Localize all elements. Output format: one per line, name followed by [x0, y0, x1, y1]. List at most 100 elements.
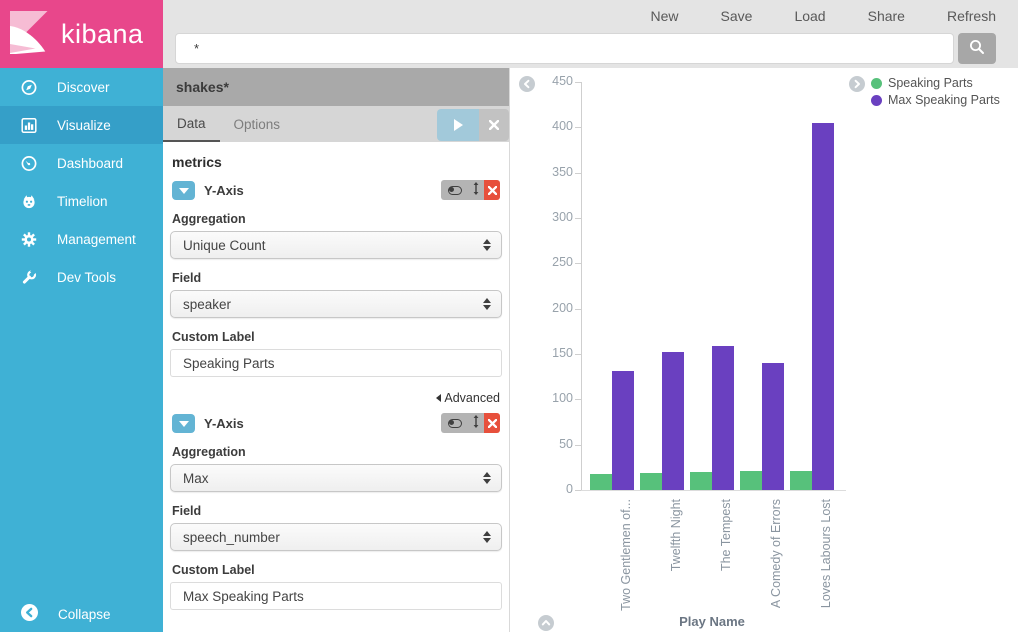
- field-selected-value: speech_number: [183, 530, 280, 545]
- custom-label-label: Custom Label: [172, 563, 500, 577]
- bar-speaking-parts[interactable]: [690, 472, 712, 490]
- aggregation-selected-value: Unique Count: [183, 238, 266, 253]
- y-tick-label: 250: [511, 255, 573, 269]
- discard-changes-button[interactable]: [479, 109, 509, 141]
- save-button[interactable]: Save: [721, 8, 753, 24]
- chart-legend: Speaking Parts Max Speaking Parts: [849, 76, 1000, 107]
- search-icon: [969, 39, 985, 58]
- x-axis-category-label[interactable]: The Tempest: [719, 499, 733, 571]
- aggregation-select[interactable]: Unique Count: [170, 231, 502, 259]
- custom-label-input[interactable]: [170, 582, 502, 610]
- apply-changes-button[interactable]: [437, 109, 479, 141]
- kibana-logo[interactable]: kibana: [0, 0, 163, 68]
- chevron-right-circle-icon[interactable]: [849, 76, 865, 107]
- play-icon: [454, 119, 463, 131]
- y-tick-label: 0: [511, 482, 573, 496]
- field-label: Field: [172, 504, 500, 518]
- y-tick-label: 300: [511, 210, 573, 224]
- advanced-toggle-icon: [436, 394, 441, 402]
- reorder-agg-button[interactable]: [468, 413, 484, 433]
- new-button[interactable]: New: [651, 8, 679, 24]
- y-tick-label: 200: [511, 301, 573, 315]
- custom-label-input[interactable]: [170, 349, 502, 377]
- y-tick-label: 50: [511, 437, 573, 451]
- reorder-agg-button[interactable]: [468, 180, 484, 200]
- chevron-up-circle-icon[interactable]: [538, 615, 554, 631]
- field-select[interactable]: speech_number: [170, 523, 502, 551]
- x-axis-category-label[interactable]: Two Gentlemen of...: [619, 499, 633, 611]
- tab-data[interactable]: Data: [163, 106, 220, 142]
- y-tick-mark: [575, 82, 581, 83]
- x-axis-category-label[interactable]: Twelfth Night: [669, 499, 683, 571]
- sidebar-item-management[interactable]: Management: [0, 220, 163, 258]
- y-axis-2-header: Y-Axis: [172, 413, 500, 433]
- chevron-down-icon: [179, 421, 189, 427]
- sidebar-item-dev-tools[interactable]: Dev Tools: [0, 258, 163, 296]
- apply-changes-group: [437, 109, 509, 141]
- share-button[interactable]: Share: [868, 8, 905, 24]
- timelion-owl-icon: [21, 193, 37, 209]
- up-down-arrow-icon: [472, 415, 480, 431]
- sidebar-item-label: Timelion: [57, 194, 108, 209]
- y-tick-label: 450: [511, 74, 573, 88]
- y-tick-label: 350: [511, 165, 573, 179]
- select-arrows-icon: [483, 239, 491, 251]
- sidebar: Discover Visualize Dashboard Timelion Ma…: [0, 68, 163, 632]
- metrics-section-title: metrics: [172, 154, 502, 170]
- aggregation-label: Aggregation: [172, 212, 500, 226]
- collapse-button[interactable]: Collapse: [0, 596, 163, 632]
- advanced-toggle[interactable]: Advanced: [170, 391, 500, 405]
- bar-max-speaking-parts[interactable]: [662, 352, 684, 490]
- disable-agg-toggle[interactable]: [441, 180, 468, 200]
- wrench-icon: [21, 269, 37, 285]
- legend-color-dot-icon: [871, 78, 882, 89]
- field-select[interactable]: speaker: [170, 290, 502, 318]
- legend-color-dot-icon: [871, 95, 882, 106]
- load-button[interactable]: Load: [794, 8, 825, 24]
- sidebar-item-dashboard[interactable]: Dashboard: [0, 144, 163, 182]
- agg-actions: [441, 180, 500, 200]
- sidebar-item-timelion[interactable]: Timelion: [0, 182, 163, 220]
- sidebar-item-visualize[interactable]: Visualize: [0, 106, 163, 144]
- sidebar-item-label: Discover: [57, 80, 110, 95]
- collapse-agg-button[interactable]: [172, 181, 195, 200]
- legend-entry[interactable]: Max Speaking Parts: [871, 93, 1000, 107]
- bar-speaking-parts[interactable]: [740, 471, 762, 490]
- bar-max-speaking-parts[interactable]: [712, 346, 734, 490]
- remove-agg-button[interactable]: [484, 180, 500, 200]
- x-axis-category-label[interactable]: Loves Labours Lost: [819, 499, 833, 608]
- remove-agg-button[interactable]: [484, 413, 500, 433]
- kibana-logo-text: kibana: [61, 19, 144, 50]
- y-axis-1-header: Y-Axis: [172, 180, 500, 200]
- tab-options[interactable]: Options: [220, 106, 295, 142]
- bar-max-speaking-parts[interactable]: [762, 363, 784, 490]
- y-tick-mark: [575, 309, 581, 310]
- x-axis-line: [581, 490, 846, 491]
- sidebar-item-discover[interactable]: Discover: [0, 68, 163, 106]
- x-axis-category-label[interactable]: A Comedy of Errors: [769, 499, 783, 608]
- search-row: [175, 33, 996, 64]
- collapse-agg-button[interactable]: [172, 414, 195, 433]
- advanced-label: Advanced: [444, 391, 500, 405]
- query-input[interactable]: [175, 33, 954, 64]
- bar-max-speaking-parts[interactable]: [812, 123, 834, 490]
- bar-speaking-parts[interactable]: [590, 474, 612, 490]
- bar-speaking-parts[interactable]: [640, 473, 662, 490]
- up-down-arrow-icon: [472, 182, 480, 198]
- aggregation-select[interactable]: Max: [170, 464, 502, 492]
- disable-agg-toggle[interactable]: [441, 413, 468, 433]
- legend-entry[interactable]: Speaking Parts: [871, 76, 1000, 90]
- search-button[interactable]: [958, 33, 996, 64]
- y-tick-mark: [575, 445, 581, 446]
- y-tick-mark: [575, 263, 581, 264]
- toggle-icon: [448, 419, 462, 428]
- select-arrows-icon: [483, 298, 491, 310]
- y-tick-mark: [575, 490, 581, 491]
- bar-speaking-parts[interactable]: [790, 471, 812, 490]
- refresh-button[interactable]: Refresh: [947, 8, 996, 24]
- legend-label: Speaking Parts: [888, 76, 973, 90]
- gauge-icon: [21, 155, 37, 171]
- custom-label-label: Custom Label: [172, 330, 500, 344]
- visualization-config-panel: shakes* Data Options metrics Y-Axis: [163, 68, 510, 632]
- bar-max-speaking-parts[interactable]: [612, 371, 634, 490]
